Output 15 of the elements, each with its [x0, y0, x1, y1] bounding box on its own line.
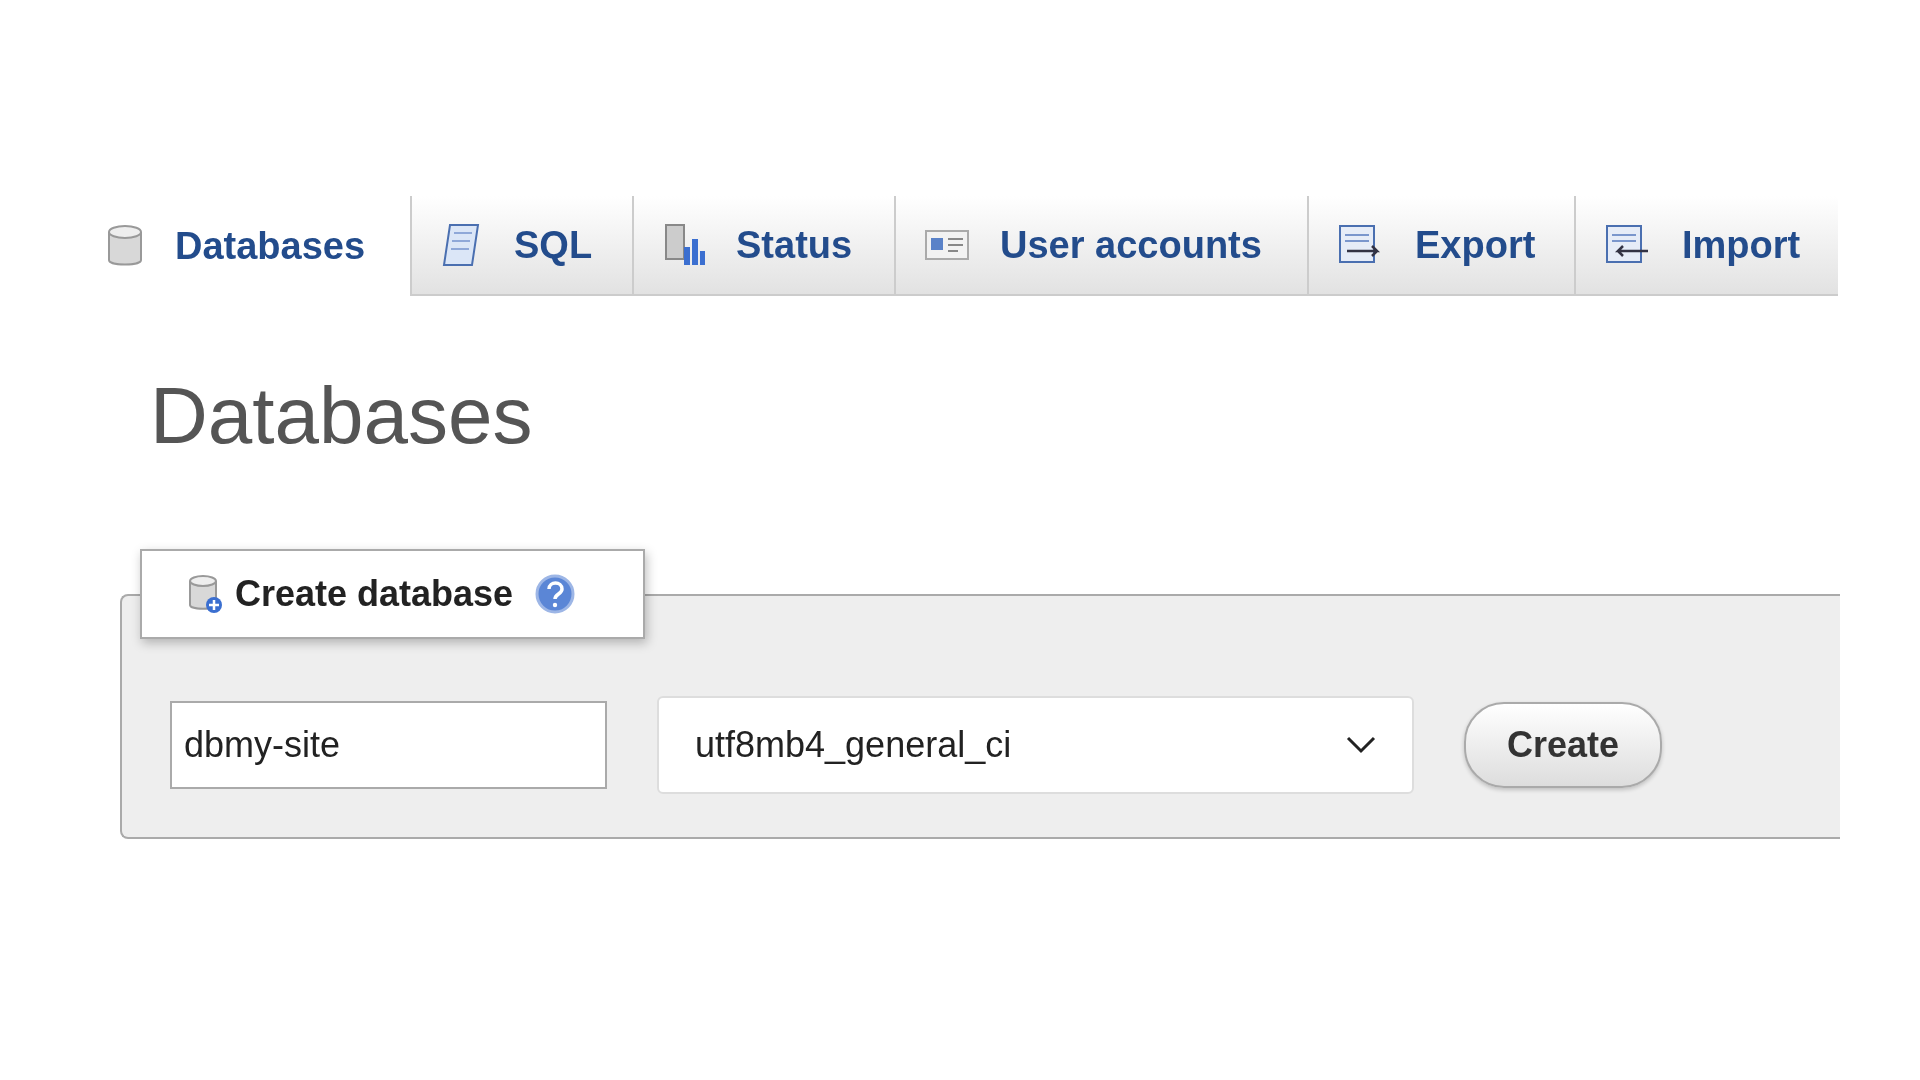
database-add-icon	[187, 574, 223, 614]
nav-tab[interactable]: Export	[1307, 196, 1574, 296]
legend-title: Create database	[235, 572, 514, 616]
database-name-field[interactable]: dbmy-site	[170, 701, 607, 789]
database-icon	[105, 224, 145, 268]
create-button[interactable]: Create	[1464, 702, 1662, 788]
help-icon[interactable]	[535, 574, 576, 614]
page-heading: Databases	[150, 376, 534, 456]
nav-tab[interactable]: Import	[1574, 196, 1838, 296]
nav-tab[interactable]: User accounts	[894, 196, 1307, 296]
collation-select[interactable]: utf8mb4_general_ci	[657, 696, 1414, 794]
id-card-icon	[924, 228, 970, 262]
chevron-down-icon	[1346, 736, 1376, 754]
nav-tab[interactable]: Status	[632, 196, 894, 296]
nav-tab[interactable]: SQL	[410, 196, 632, 296]
